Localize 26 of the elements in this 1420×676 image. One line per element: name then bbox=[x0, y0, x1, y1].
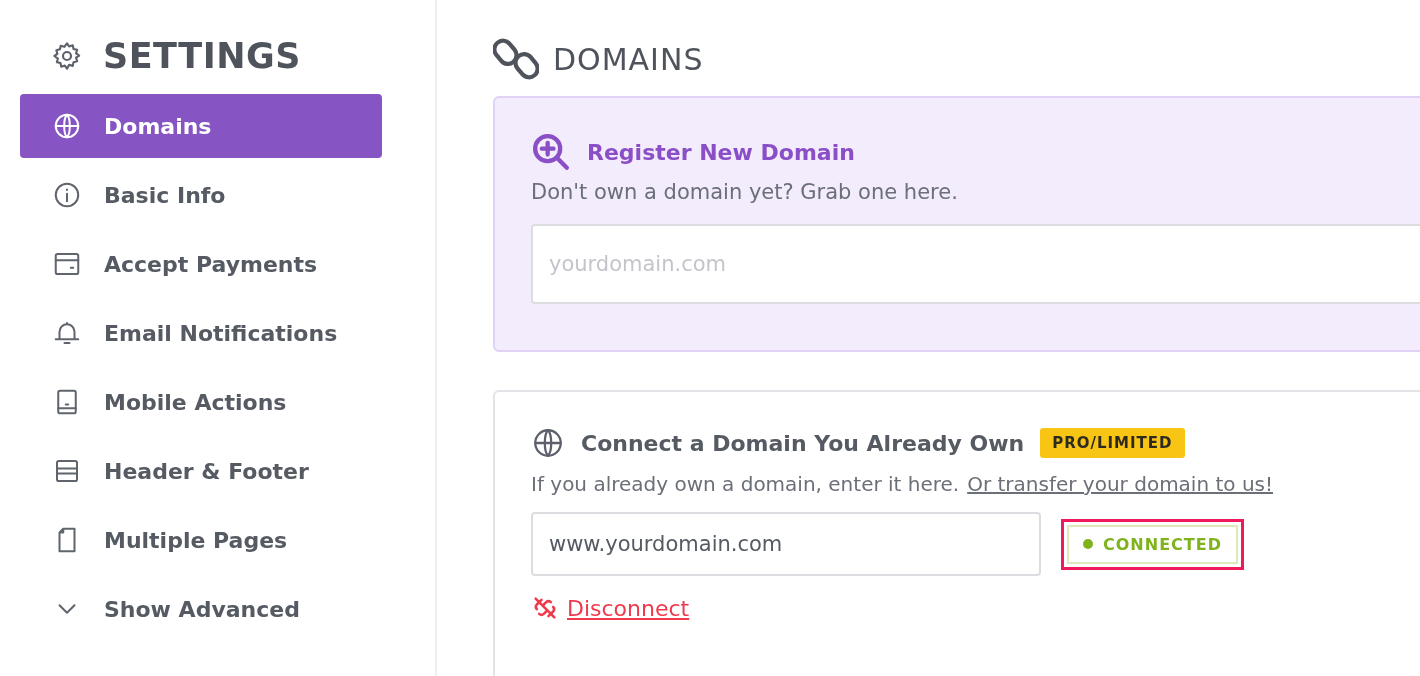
plan-badge: PRO/LIMITED bbox=[1040, 428, 1185, 458]
sidebar-item[interactable]: Email Notifications bbox=[20, 301, 382, 365]
sidebar-item[interactable]: Domains bbox=[20, 94, 382, 158]
card-title: Connect a Domain You Already Own bbox=[581, 430, 1025, 456]
card-description: Don't own a domain yet? Grab one here. bbox=[531, 180, 959, 204]
domain-input[interactable]: yourdomain.com bbox=[531, 224, 1420, 304]
settings-icon bbox=[51, 40, 83, 72]
disconnect-link[interactable]: Disconnect bbox=[567, 595, 690, 621]
globe-icon bbox=[52, 111, 82, 141]
sidebar-item[interactable]: Multiple Pages bbox=[20, 508, 382, 572]
info-icon bbox=[52, 180, 82, 210]
page-title: DOMAINS bbox=[553, 41, 704, 77]
sidebar-item[interactable]: Header & Footer bbox=[20, 439, 382, 503]
card-title: Register New Domain bbox=[587, 139, 855, 165]
card-description: If you already own a domain, enter it here. bbox=[531, 472, 960, 496]
globe-icon bbox=[531, 426, 565, 460]
sidebar-item[interactable]: Accept Payments bbox=[20, 232, 382, 296]
sidebar-item[interactable]: Show Advanced bbox=[20, 577, 382, 641]
sidebar-item[interactable]: Basic Info bbox=[20, 163, 382, 227]
transfer-link[interactable]: Or transfer your domain to us! bbox=[967, 472, 1273, 496]
zoom-in-icon bbox=[531, 132, 571, 172]
sidebar-item[interactable]: Mobile Actions bbox=[20, 370, 382, 434]
link-icon bbox=[493, 36, 539, 82]
settings-title: SETTINGS bbox=[103, 36, 301, 76]
domain-input[interactable]: www.yourdomain.com bbox=[531, 512, 1041, 576]
status-badge: CONNECTED bbox=[1067, 524, 1238, 564]
